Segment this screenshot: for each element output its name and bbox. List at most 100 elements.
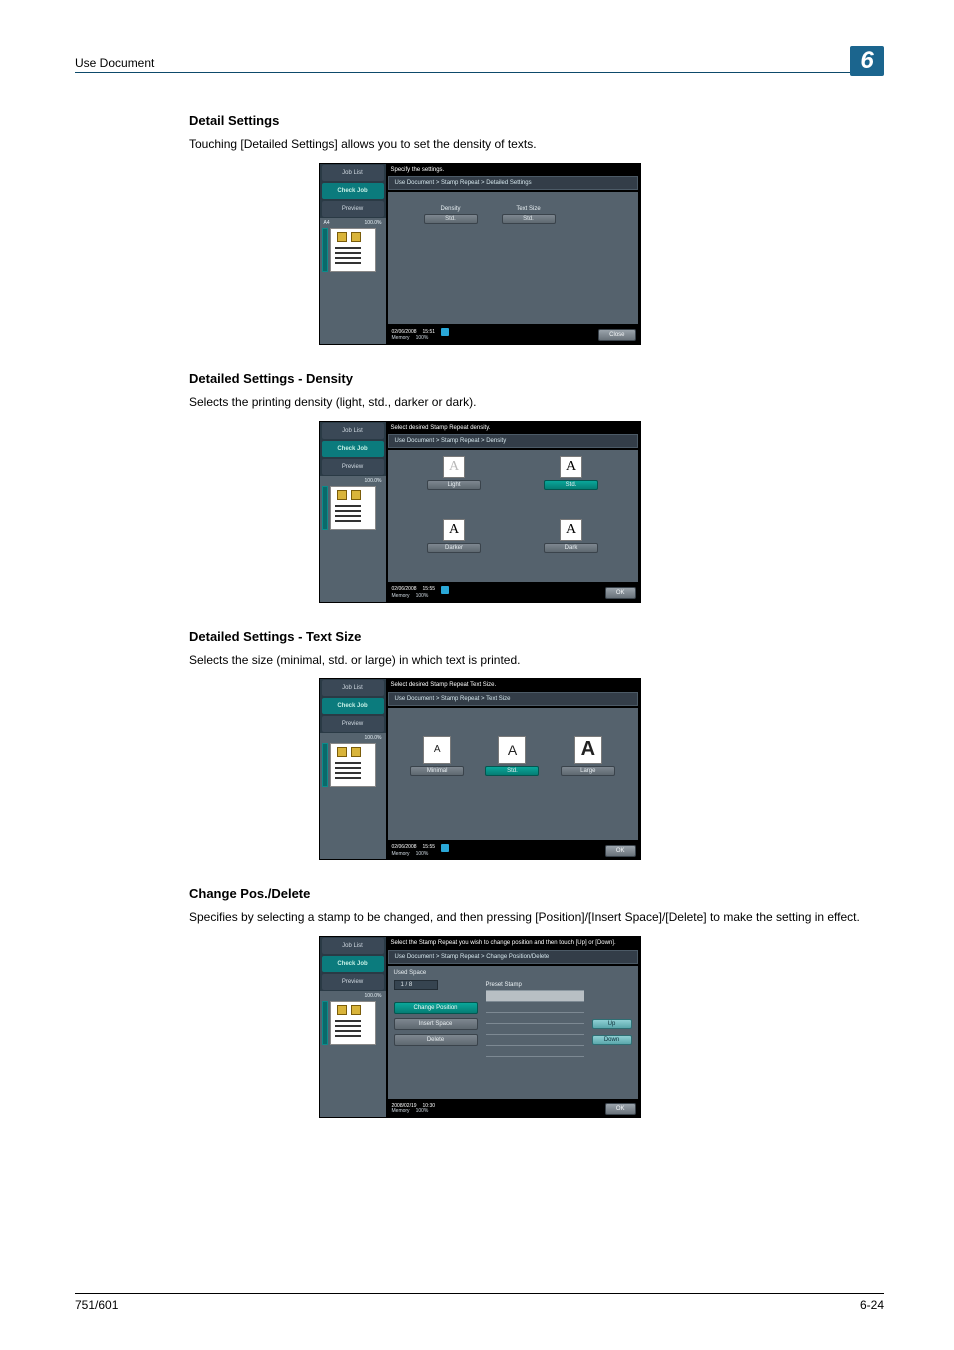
job-list-tab[interactable]: Job List (322, 423, 384, 439)
memory-label: Memory (392, 1109, 410, 1115)
stamp-list-row[interactable] (486, 1013, 584, 1024)
change-position-button[interactable]: Change Position (394, 1002, 478, 1014)
screenshot-density: Job List Check Job Preview 100.0% (319, 421, 641, 603)
memory-label: Memory (392, 594, 410, 600)
job-list-tab[interactable]: Job List (322, 938, 384, 954)
memory-label: Memory (392, 336, 410, 342)
density-option-std[interactable]: Std. (544, 480, 598, 490)
delete-button[interactable]: Delete (394, 1034, 478, 1046)
body-text: Selects the printing density (light, std… (189, 394, 884, 411)
memory-pct: 100% (416, 1109, 429, 1115)
used-space-count: 1 / 8 (394, 980, 438, 990)
density-swatch-light: A (443, 456, 465, 478)
stamp-list-row[interactable] (486, 1035, 584, 1046)
zoom-ratio: 100.0% (365, 735, 382, 741)
check-job-tab[interactable]: Check Job (322, 956, 384, 972)
insert-space-button[interactable]: Insert Space (394, 1018, 478, 1030)
textsize-option-minimal[interactable]: Minimal (410, 766, 464, 776)
instruction-text: Specify the settings. (386, 164, 640, 177)
section-title-density: Detailed Settings - Density (189, 371, 884, 386)
path-crumb: Use Document > Stamp Repeat > Detailed S… (388, 176, 638, 190)
footer-time: 15:51 (423, 330, 436, 336)
screenshot-change-pos: Job List Check Job Preview 100.0% (319, 936, 641, 1118)
zoom-ratio: 100.0% (365, 993, 382, 999)
footer-date: 02/06/2008 (392, 330, 417, 336)
stamp-list-row[interactable] (486, 991, 584, 1002)
textsize-value-button[interactable]: Std. (502, 214, 556, 224)
body-text: Specifies by selecting a stamp to be cha… (189, 909, 884, 926)
density-option-light[interactable]: Light (427, 480, 481, 490)
preview-tab[interactable]: Preview (322, 716, 384, 732)
memory-icon (441, 586, 449, 594)
page-thumbnail (330, 486, 376, 530)
screenshot-textsize: Job List Check Job Preview 100.0% (319, 678, 641, 860)
thumb-marker (322, 1001, 328, 1045)
density-value-button[interactable]: Std. (424, 214, 478, 224)
instruction-text: Select desired Stamp Repeat Text Size. (386, 679, 640, 692)
check-job-tab[interactable]: Check Job (322, 183, 384, 199)
body-text: Touching [Detailed Settings] allows you … (189, 136, 884, 153)
zoom-ratio: 100.0% (365, 220, 382, 226)
textsize-swatch-minimal: A (423, 736, 451, 764)
textsize-option-large[interactable]: Large (561, 766, 615, 776)
preview-tab[interactable]: Preview (322, 974, 384, 990)
path-crumb: Use Document > Stamp Repeat > Text Size (388, 692, 638, 706)
up-button[interactable]: Up (592, 1019, 632, 1029)
ok-button[interactable]: OK (605, 1103, 636, 1115)
stamp-list-row[interactable] (486, 1024, 584, 1035)
body-text: Selects the size (minimal, std. or large… (189, 652, 884, 669)
memory-pct: 100% (416, 852, 429, 858)
job-list-tab[interactable]: Job List (322, 165, 384, 181)
instruction-text: Select desired Stamp Repeat density. (386, 422, 640, 435)
stamp-list-row[interactable] (486, 1002, 584, 1013)
thumb-marker (322, 486, 328, 530)
zoom-ratio: 100.0% (365, 478, 382, 484)
footer-date: 02/06/2008 (392, 587, 417, 593)
chapter-badge: 6 (850, 46, 884, 76)
used-space-label: Used Space (394, 970, 478, 976)
section-title-detail-settings: Detail Settings (189, 113, 884, 128)
stamp-list-row[interactable] (486, 1046, 584, 1057)
textsize-label: Text Size (516, 206, 540, 212)
path-crumb: Use Document > Stamp Repeat > Density (388, 434, 638, 448)
memory-icon (441, 328, 449, 336)
breadcrumb: Use Document (75, 56, 154, 70)
down-button[interactable]: Down (592, 1035, 632, 1045)
footer-left: 751/601 (75, 1298, 118, 1312)
ok-button[interactable]: OK (605, 845, 636, 857)
screenshot-detail-settings: Job List Check Job Preview A4 100.0% (319, 163, 641, 345)
check-job-tab[interactable]: Check Job (322, 441, 384, 457)
memory-label: Memory (392, 852, 410, 858)
preview-tab[interactable]: Preview (322, 201, 384, 217)
section-title-textsize: Detailed Settings - Text Size (189, 629, 884, 644)
preview-tab[interactable]: Preview (322, 459, 384, 475)
thumb-marker (322, 743, 328, 787)
density-swatch-darker: A (443, 519, 465, 541)
footer-right: 6-24 (860, 1298, 884, 1312)
memory-pct: 100% (416, 336, 429, 342)
density-option-darker[interactable]: Darker (427, 543, 481, 553)
density-swatch-dark: A (560, 519, 582, 541)
ok-button[interactable]: OK (605, 587, 636, 599)
memory-icon (441, 844, 449, 852)
close-button[interactable]: Close (598, 329, 635, 341)
textsize-option-std[interactable]: Std. (485, 766, 539, 776)
page-thumbnail (330, 1001, 376, 1045)
check-job-tab[interactable]: Check Job (322, 698, 384, 714)
footer-date: 02/06/2008 (392, 845, 417, 851)
thumb-marker (322, 228, 328, 272)
instruction-text: Select the Stamp Repeat you wish to chan… (386, 937, 640, 950)
density-swatch-std: A (560, 456, 582, 478)
density-option-dark[interactable]: Dark (544, 543, 598, 553)
section-title-change-pos: Change Pos./Delete (189, 886, 884, 901)
density-label: Density (440, 206, 460, 212)
page-thumbnail (330, 228, 376, 272)
path-crumb: Use Document > Stamp Repeat > Change Pos… (388, 950, 638, 964)
memory-pct: 100% (416, 594, 429, 600)
preset-stamp-header: Preset Stamp (486, 982, 584, 991)
textsize-swatch-std: A (498, 736, 526, 764)
textsize-swatch-large: A (574, 736, 602, 764)
page-thumbnail (330, 743, 376, 787)
footer-time: 15:55 (423, 845, 436, 851)
job-list-tab[interactable]: Job List (322, 680, 384, 696)
